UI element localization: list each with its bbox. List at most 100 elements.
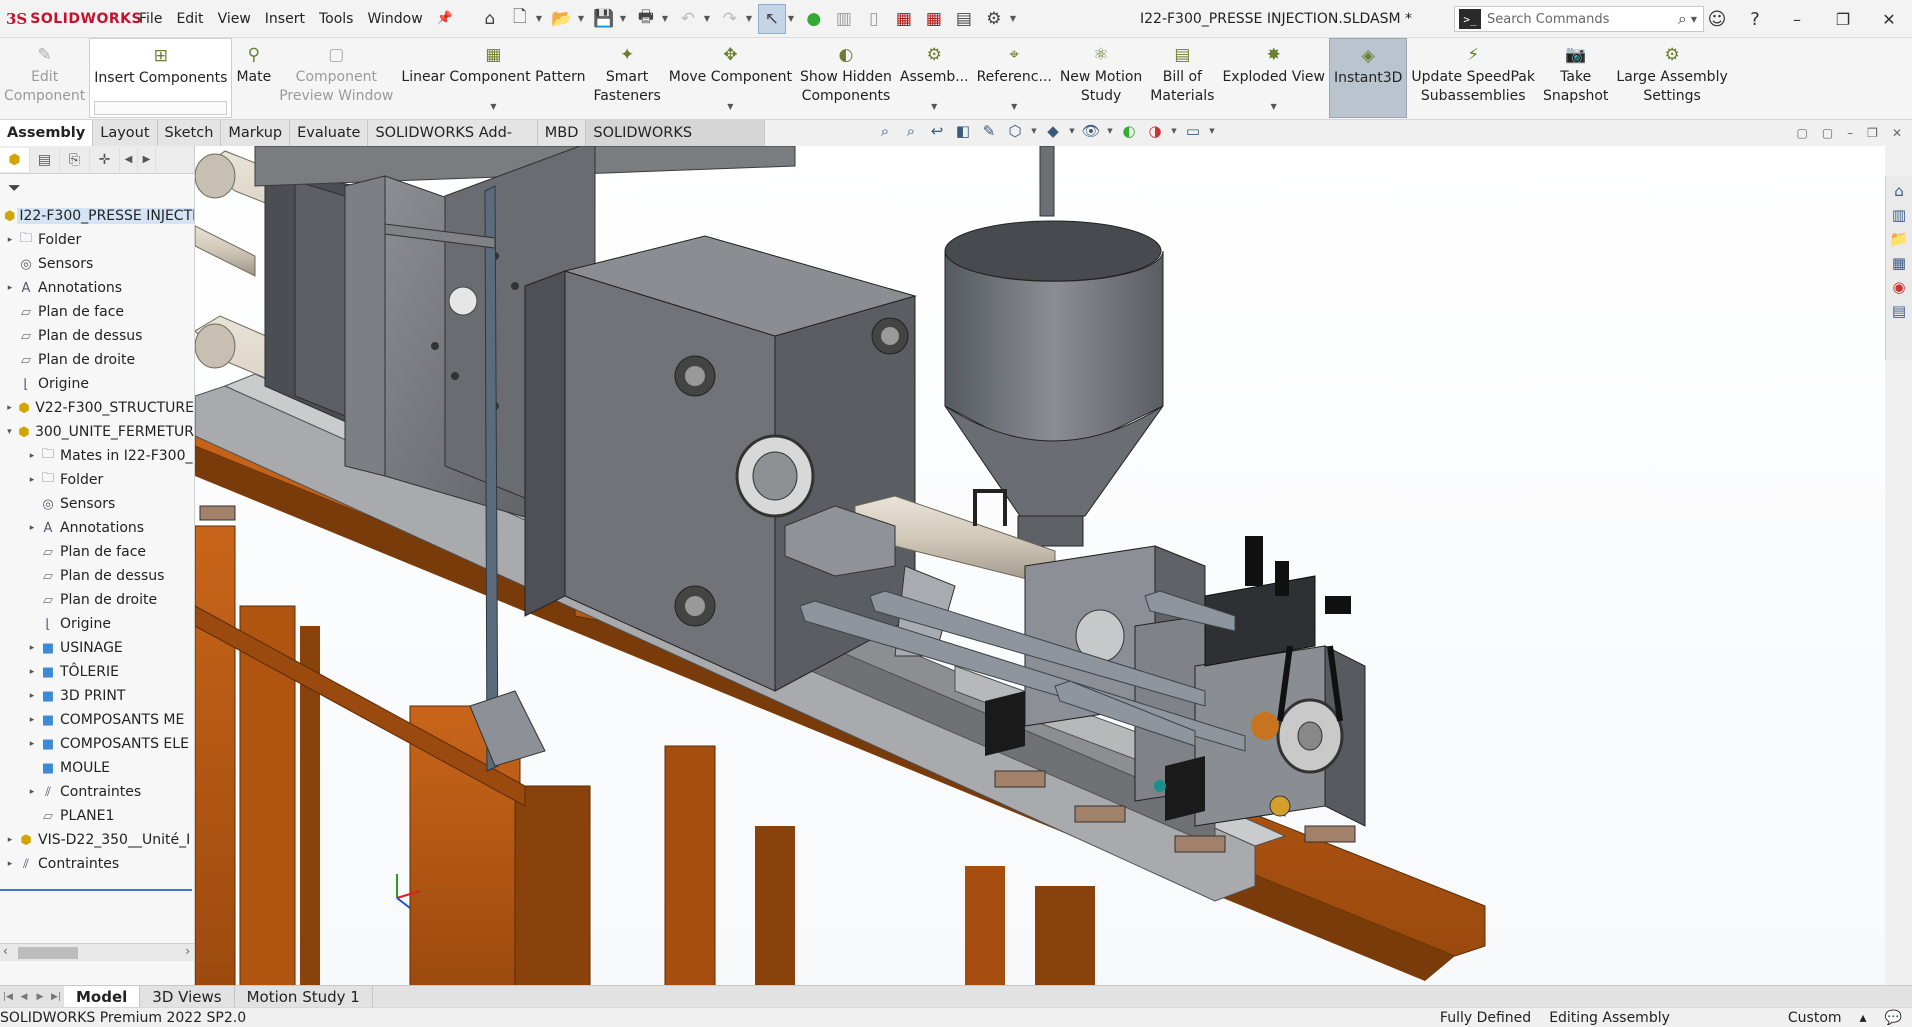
expand-toggle-icon[interactable]: ▸ xyxy=(4,859,16,869)
minimize-button[interactable]: – xyxy=(1774,10,1820,29)
ribbon-button-bom[interactable]: ▤ Bill of Materials xyxy=(1146,38,1218,118)
tab-evaluate[interactable]: Evaluate xyxy=(290,120,369,146)
expand-toggle-icon[interactable]: ▸ xyxy=(4,835,16,845)
hide-show-items-icon[interactable]: 👁 xyxy=(1080,122,1102,140)
tree-item[interactable]: ▱ Plan de droite xyxy=(0,588,194,612)
ribbon-dropdown-icon[interactable]: ▼ xyxy=(931,97,937,116)
custom-properties-icon[interactable]: ▤ xyxy=(1888,302,1910,320)
tree-item[interactable]: ▸ ■ USINAGE xyxy=(0,636,194,660)
tree-item[interactable]: ▸ A Annotations xyxy=(0,516,194,540)
user-account-icon[interactable]: ☺ xyxy=(1698,9,1736,30)
quick-tips-icon[interactable]: 💬 xyxy=(1885,1010,1902,1026)
redo-icon[interactable]: ↷ xyxy=(716,4,744,34)
tree-item[interactable]: ▸ A Annotations xyxy=(0,276,194,300)
expand-toggle-icon[interactable]: ▾ xyxy=(4,427,15,437)
undo-icon[interactable]: ↶ xyxy=(674,4,702,34)
expand-toggle-icon[interactable]: ▸ xyxy=(4,403,15,413)
prev-tab-icon[interactable]: ◀ xyxy=(16,992,32,1002)
menu-insert[interactable]: Insert xyxy=(258,0,312,38)
ribbon-button-smart-fasteners[interactable]: ✦ Smart Fasteners xyxy=(589,38,664,118)
menu-edit[interactable]: Edit xyxy=(169,0,210,38)
tree-item[interactable]: ▱ Plan de dessus xyxy=(0,564,194,588)
save-icon[interactable]: 💾 xyxy=(590,4,618,34)
dimxpert-tab-icon[interactable]: ✛ xyxy=(90,147,120,172)
property-manager-tab-icon[interactable]: ▤ xyxy=(30,147,60,172)
configuration-manager-tab-icon[interactable]: ⎘ xyxy=(60,147,90,172)
ribbon-button-show-hidden[interactable]: ◐ Show Hidden Components xyxy=(796,38,896,118)
expand-toggle-icon[interactable]: ▸ xyxy=(26,667,38,677)
expand-toggle-icon[interactable]: ▸ xyxy=(26,475,38,485)
expand-toggle-icon[interactable]: ▸ xyxy=(26,715,38,725)
expand-toggle-icon[interactable]: ▸ xyxy=(26,691,38,701)
search-icon[interactable]: ⌕ xyxy=(1678,9,1691,29)
ribbon-button-edit-component[interactable]: ✎ Edit Component xyxy=(0,38,89,118)
ribbon-button-linear-pattern[interactable]: ▦ Linear Component Pattern ▼ xyxy=(397,38,589,118)
save-dropdown-icon[interactable]: ▼ xyxy=(620,14,630,23)
help-icon[interactable]: ? xyxy=(1736,9,1774,30)
restore-button[interactable]: ❐ xyxy=(1820,10,1866,29)
menu-view[interactable]: View xyxy=(211,0,258,38)
file-explorer-icon[interactable]: 📁 xyxy=(1888,230,1910,248)
expand-toggle-icon[interactable]: ▸ xyxy=(26,643,38,653)
menu-file[interactable]: File xyxy=(132,0,169,38)
tree-item[interactable]: ■ MOULE xyxy=(0,756,194,780)
apply-scene-dropdown-icon[interactable]: ▼ xyxy=(1170,127,1178,135)
tree-item[interactable]: ▸ ⫽ Contraintes xyxy=(0,780,194,804)
print-dropdown-icon[interactable]: ▼ xyxy=(662,14,672,23)
menu-window[interactable]: Window xyxy=(360,0,429,38)
tree-item[interactable]: ▱ Plan de face xyxy=(0,300,194,324)
tree-item[interactable]: ▸ ■ COMPOSANTS ELE xyxy=(0,732,194,756)
file-properties-icon[interactable]: ▤ xyxy=(950,4,978,34)
tab-layout[interactable]: Layout xyxy=(93,120,158,146)
tab-solidworks-add-ins[interactable]: SOLIDWORKS Add-Ins xyxy=(368,120,538,167)
tab-scroll-right-icon[interactable]: ▶ xyxy=(138,147,156,172)
view-settings-icon[interactable]: ▭ xyxy=(1182,122,1204,140)
unit-system-dropdown-icon[interactable]: ▴ xyxy=(1860,1010,1867,1026)
tree-item[interactable]: ⌊ Origine xyxy=(0,372,194,396)
search-input[interactable]: Search Commands xyxy=(1487,12,1678,27)
insert-components-flyout[interactable] xyxy=(94,101,228,115)
first-tab-icon[interactable]: |◀ xyxy=(0,992,16,1002)
hopper[interactable] xyxy=(944,146,1164,547)
scroll-left-arrow-icon[interactable]: ‹ xyxy=(3,944,8,958)
ribbon-button-component-preview[interactable]: ▢ Component Preview Window xyxy=(275,38,397,118)
tree-item[interactable]: ⌊ Origine xyxy=(0,612,194,636)
ribbon-button-speedpak[interactable]: ⚡ Update SpeedPak Subassemblies xyxy=(1407,38,1539,118)
last-tab-icon[interactable]: ▶| xyxy=(48,992,64,1002)
viewport-split-icon[interactable]: ▢ xyxy=(1796,126,1807,140)
display-style-dropdown-icon[interactable]: ▼ xyxy=(1068,127,1076,135)
search-commands-box[interactable]: >_ Search Commands ⌕ ▼ xyxy=(1454,6,1704,32)
view-orientation-dropdown-icon[interactable]: ▼ xyxy=(1030,127,1038,135)
unit-system-selector[interactable]: Custom xyxy=(1788,1010,1842,1026)
apply-scene-icon[interactable]: ◑ xyxy=(1144,122,1166,140)
tree-item[interactable]: ▸ ■ 3D PRINT xyxy=(0,684,194,708)
tree-item[interactable]: ▱ Plan de dessus xyxy=(0,324,194,348)
zoom-to-fit-icon[interactable]: ⌕ xyxy=(874,122,896,140)
tab-mbd[interactable]: MBD xyxy=(538,120,587,146)
view-settings-dropdown-icon[interactable]: ▼ xyxy=(1208,127,1216,135)
viewport-close-icon[interactable]: ✕ xyxy=(1892,126,1902,140)
ribbon-button-snapshot[interactable]: 📷 Take Snapshot xyxy=(1539,38,1612,118)
hide-show-dropdown-icon[interactable]: ▼ xyxy=(1106,127,1114,135)
ribbon-dropdown-icon[interactable]: ▼ xyxy=(1271,97,1277,116)
tree-item[interactable]: ▱ Plan de droite xyxy=(0,348,194,372)
new-document-icon[interactable]: 🗋 xyxy=(506,4,534,34)
home-icon[interactable]: ⌂ xyxy=(476,4,504,34)
viewport-restore-icon[interactable]: ❐ xyxy=(1867,126,1878,140)
filter-icon[interactable]: ⏷ xyxy=(0,174,194,204)
tree-item[interactable]: ▸ ⫽ Contraintes xyxy=(0,852,194,876)
tab-motion-study[interactable]: Motion Study 1 xyxy=(235,985,373,1008)
injection-press-model[interactable] xyxy=(195,146,1885,985)
feature-tree-tab-icon[interactable]: ⬢ xyxy=(0,147,30,172)
new-dropdown-icon[interactable]: ▼ xyxy=(536,14,546,23)
tab-scroll-left-icon[interactable]: ◀ xyxy=(120,147,138,172)
expand-toggle-icon[interactable]: ▸ xyxy=(4,283,16,293)
open-dropdown-icon[interactable]: ▼ xyxy=(578,14,588,23)
ribbon-button-move-component[interactable]: ✥ Move Component ▼ xyxy=(665,38,796,118)
scroll-right-arrow-icon[interactable]: › xyxy=(185,944,190,958)
tree-item[interactable]: ▸ ■ TÔLERIE xyxy=(0,660,194,684)
view-orientation-icon[interactable]: ⬡ xyxy=(1004,122,1026,140)
print-icon[interactable]: 🖶 xyxy=(632,4,660,34)
tab-3d-views[interactable]: 3D Views xyxy=(140,985,235,1008)
expand-toggle-icon[interactable]: ▸ xyxy=(4,235,16,245)
